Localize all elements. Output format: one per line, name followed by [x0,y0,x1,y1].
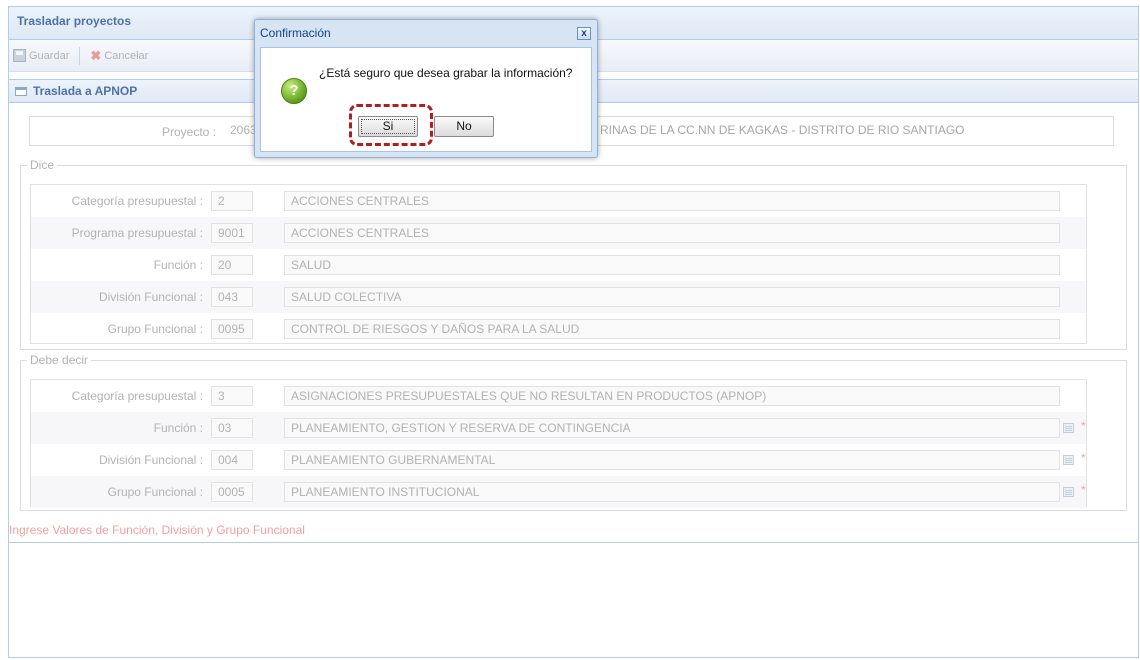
dialog-title: Confirmación [260,26,331,40]
question-icon: ? [281,78,307,104]
highlight-annotation [349,104,433,146]
close-icon[interactable]: x [577,27,591,40]
dialog-title-bar[interactable]: Confirmación x [255,20,597,46]
dialog-message: ¿Está seguro que desea grabar la informa… [319,66,573,80]
no-button[interactable]: No [434,116,494,137]
